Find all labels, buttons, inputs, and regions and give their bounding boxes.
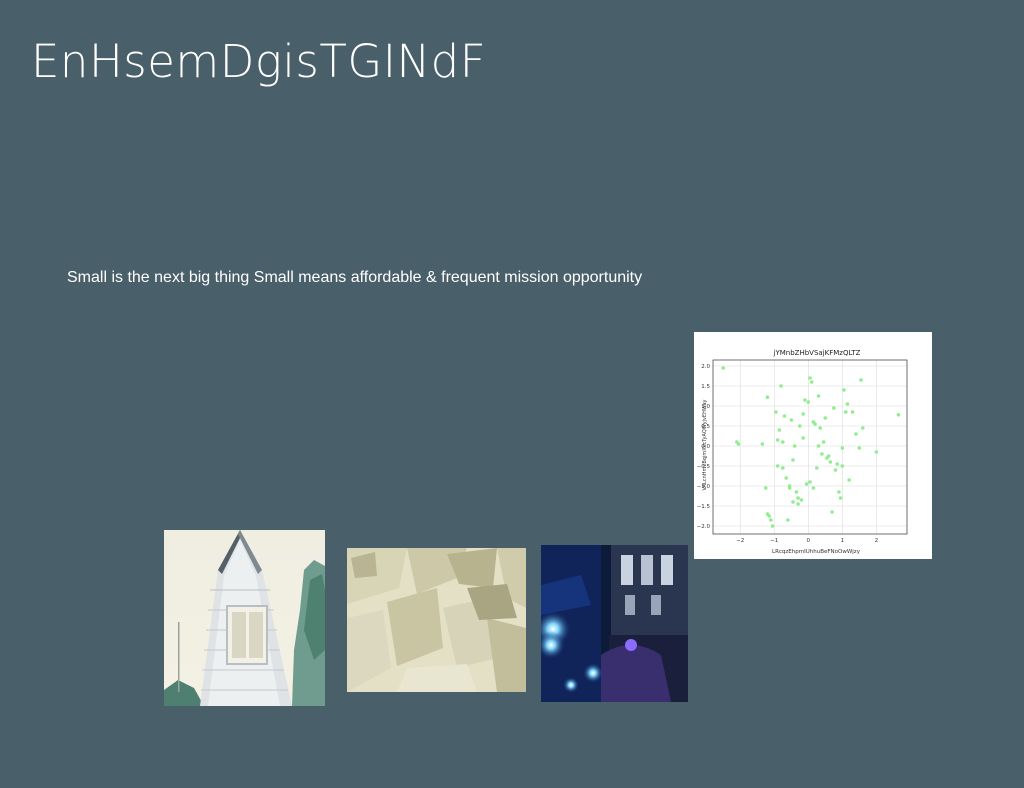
x-tick-label: −2 xyxy=(736,538,744,544)
scatter-point xyxy=(786,518,790,522)
scatter-point xyxy=(791,500,795,504)
scatter-point xyxy=(835,462,840,466)
abstract-shapes-photo xyxy=(347,548,526,692)
scatter-point xyxy=(801,412,805,416)
scatter-point xyxy=(770,524,775,528)
scatter-point xyxy=(780,466,785,470)
y-tick-label: −1.5 xyxy=(697,504,711,510)
scatter-point xyxy=(775,464,780,468)
scatter-point xyxy=(721,366,726,370)
scatter-point xyxy=(796,502,800,506)
scatter-point xyxy=(832,406,836,410)
y-tick-label: 1.0 xyxy=(701,404,710,410)
scatter-point xyxy=(784,476,788,480)
scatter-point xyxy=(850,410,855,414)
y-tick-label: 1.5 xyxy=(701,384,710,390)
scatter-point xyxy=(789,418,794,422)
scatter-point xyxy=(782,414,787,418)
scatter-point xyxy=(801,436,805,440)
scatter-point xyxy=(763,486,768,490)
scatter-point xyxy=(860,426,865,430)
scatter-point xyxy=(809,380,814,384)
scatter-point xyxy=(823,416,828,420)
slide-title: EnHsemDgisTGINdF xyxy=(31,35,487,88)
scatter-point xyxy=(811,486,816,490)
scatter-point xyxy=(765,512,770,516)
chart-xlabel: LRcqzEhpmIUhhuBeFNoOwWjzy xyxy=(772,549,861,555)
scatter-point xyxy=(874,450,879,454)
scatter-point xyxy=(854,432,858,436)
scatter-point xyxy=(808,376,812,380)
scatter-point xyxy=(760,442,765,446)
y-tick-label: 2.0 xyxy=(701,364,710,370)
scatter-point xyxy=(847,478,851,482)
scatter-point xyxy=(779,384,783,388)
scatter-point xyxy=(777,428,782,432)
scatter-point xyxy=(830,510,834,514)
y-tick-label: −2.0 xyxy=(697,524,711,530)
scatter-point xyxy=(843,410,848,414)
scatter-point xyxy=(840,464,845,468)
scatter-point xyxy=(794,490,799,494)
scatter-point xyxy=(765,395,770,399)
scatter-point xyxy=(774,410,778,414)
scatter-point xyxy=(806,400,811,404)
x-tick-label: 0 xyxy=(807,538,811,544)
slide-subtitle: Small is the next big thing Small means … xyxy=(67,269,643,286)
scatter-point xyxy=(803,398,807,402)
scatter-chart: jYMnbZHbVSajKFMzQLTZ LRcqzEhpmIUhhuBeFNo… xyxy=(694,332,932,559)
x-tick-label: −1 xyxy=(770,538,778,544)
x-tick-label: 1 xyxy=(841,538,845,544)
night-lights-photo xyxy=(541,545,688,702)
scatter-point xyxy=(840,446,845,450)
scatter-point xyxy=(821,440,826,444)
scatter-point xyxy=(828,460,833,464)
scatter-point xyxy=(780,440,785,444)
scatter-point xyxy=(833,468,838,472)
y-tick-label: −1.0 xyxy=(697,484,711,490)
y-tick-label: 0.5 xyxy=(701,424,710,430)
y-tick-label: 0.0 xyxy=(701,444,710,450)
scatter-point xyxy=(845,402,850,406)
scatter-point xyxy=(796,496,800,500)
scatter-point xyxy=(859,378,863,382)
scatter-point xyxy=(837,490,841,494)
scatter-point xyxy=(791,458,795,462)
scatter-point xyxy=(820,452,824,456)
scatter-point xyxy=(792,444,797,448)
scatter-point xyxy=(838,496,843,500)
scatter-point xyxy=(816,444,821,448)
scatter-point xyxy=(815,466,819,470)
scatter-point xyxy=(842,388,846,392)
scatter-point xyxy=(797,424,802,428)
scatter-point xyxy=(816,394,821,398)
x-tick-label: 2 xyxy=(875,538,879,544)
scatter-point xyxy=(818,426,823,430)
scatter-point xyxy=(857,446,862,450)
y-tick-label: −0.5 xyxy=(697,464,711,470)
house-photo xyxy=(164,530,325,706)
scatter-point xyxy=(775,438,780,442)
scatter-point xyxy=(799,498,804,502)
scatter-point xyxy=(736,442,741,446)
scatter-point xyxy=(826,454,831,458)
scatter-point xyxy=(813,422,817,426)
scatter-point xyxy=(787,486,792,490)
scatter-point xyxy=(804,482,809,486)
scatter-point xyxy=(896,413,901,417)
scatter-point xyxy=(808,480,812,484)
scatter-point xyxy=(769,518,773,522)
chart-title: jYMnbZHbVSajKFMzQLTZ xyxy=(773,349,861,357)
